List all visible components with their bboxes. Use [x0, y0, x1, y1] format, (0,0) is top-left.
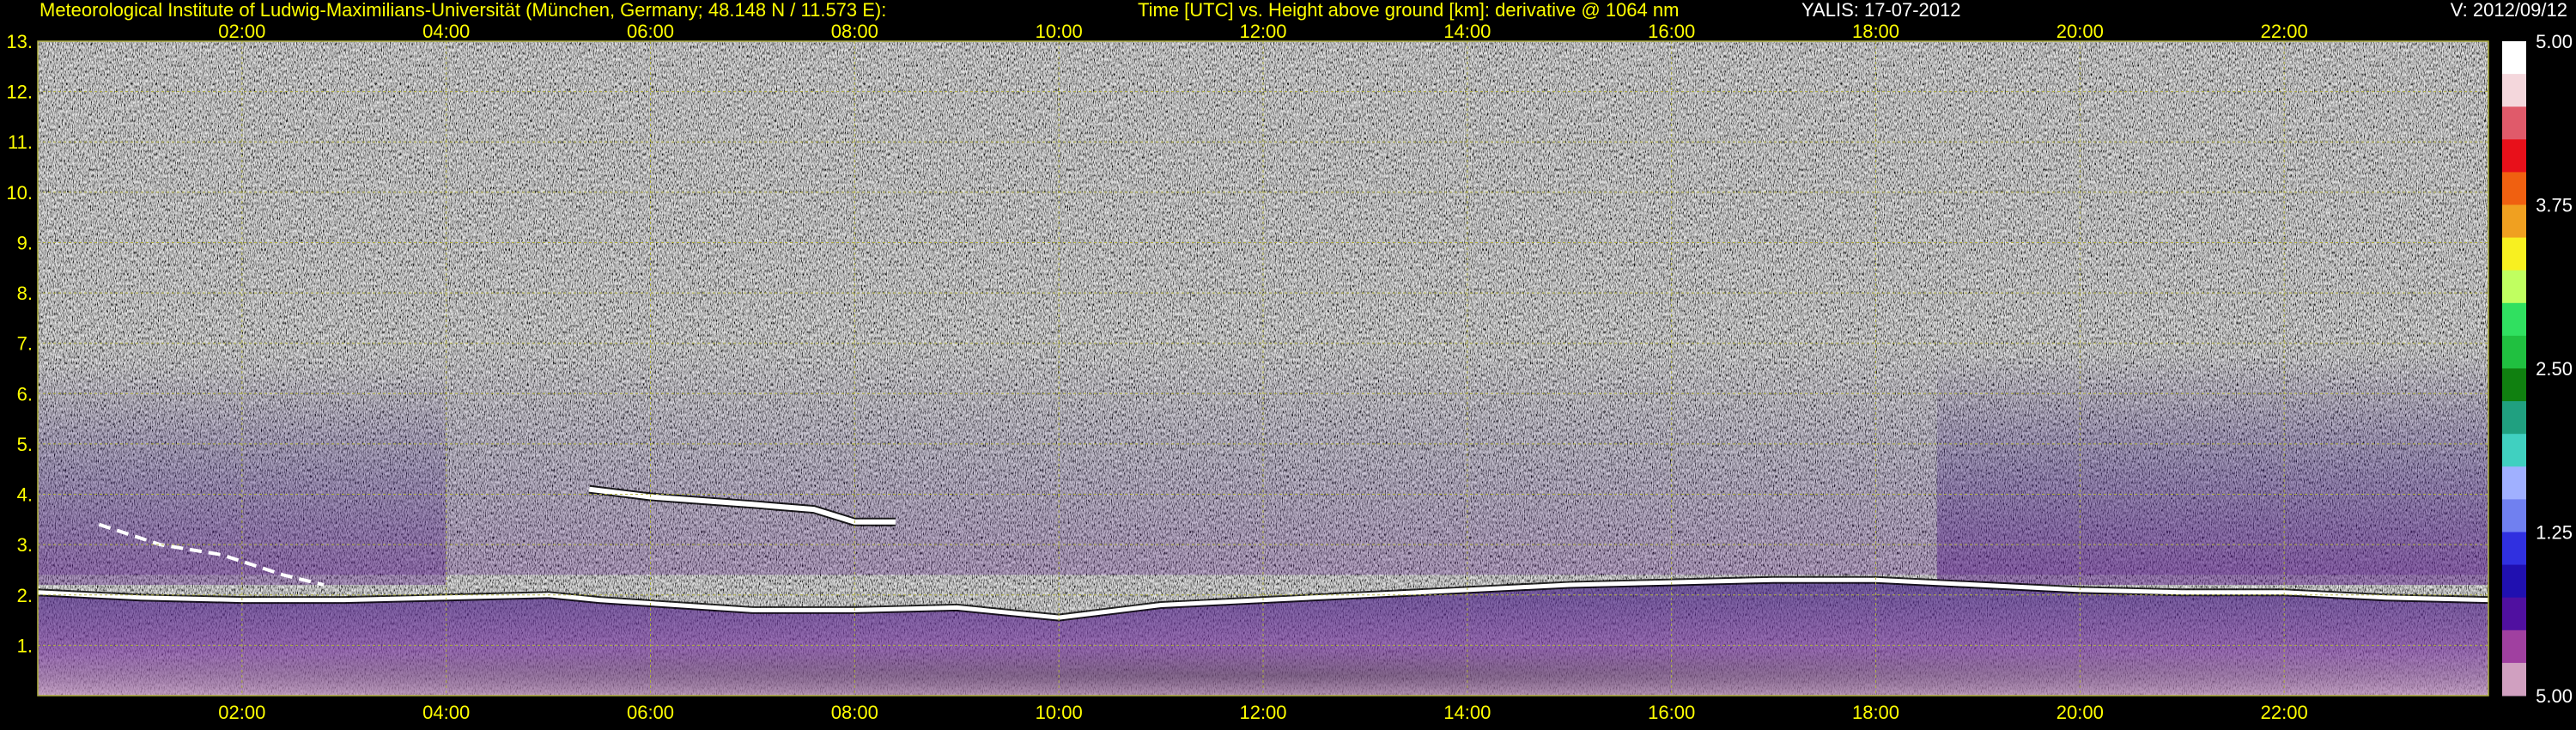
colorbar-swatch [2502, 41, 2526, 75]
x-tick-bottom-08:00: 08:00 [831, 702, 878, 723]
evening-haze [1936, 353, 2488, 586]
y-tick-labels: 1. 2. 3. 4. 5. 6. 7. 8. 9. 10. 11. 12. 13. [6, 31, 33, 656]
y-tick-6: 6. [17, 383, 33, 405]
x-tick-bottom-20:00: 20:00 [2057, 702, 2104, 723]
lidar-chart: 02:00 04:00 06:00 08:00 10:00 12:00 14:00 16:00… [6, 21, 2573, 723]
colorbar-label: 1.25 [2536, 522, 2573, 544]
x-tick-top-04:00: 04:00 [422, 21, 470, 42]
colorbar: 5.00 3.75 2.50 1.25 5.00 [2502, 31, 2573, 707]
colorbar-swatch [2502, 106, 2526, 140]
y-tick-1: 1. [17, 635, 33, 656]
colorbar-swatch [2502, 204, 2526, 239]
x-tick-bottom-10:00: 10:00 [1036, 702, 1083, 723]
x-tick-bottom-12:00: 12:00 [1239, 702, 1286, 723]
y-tick-4: 4. [17, 484, 33, 506]
x-tick-bottom-06:00: 06:00 [627, 702, 674, 723]
colorbar-swatch [2502, 597, 2526, 631]
x-tick-top-10:00: 10:00 [1036, 21, 1083, 42]
colorbar-swatch [2502, 499, 2526, 532]
colorbar-label: 3.75 [2536, 195, 2573, 216]
colorbar-swatch [2502, 237, 2526, 271]
y-tick-7: 7. [17, 333, 33, 355]
colorbar-label: 2.50 [2536, 358, 2573, 380]
colorbar-swatch [2502, 662, 2526, 697]
colorbar-swatch [2502, 564, 2526, 599]
y-tick-8: 8. [17, 283, 33, 304]
x-tick-top-20:00: 20:00 [2057, 21, 2104, 42]
x-tick-top-14:00: 14:00 [1443, 21, 1491, 42]
y-tick-11: 11. [8, 131, 33, 153]
colorbar-swatch [2502, 270, 2526, 304]
colorbar-swatch [2502, 532, 2526, 566]
x-tick-top-22:00: 22:00 [2261, 21, 2308, 42]
colorbar-label: 5.00 [2536, 31, 2573, 52]
x-tick-top-08:00: 08:00 [831, 21, 878, 42]
x-tick-labels-bottom: 02:00 04:00 06:00 08:00 10:00 12:00 14:00 16:00… [218, 702, 2307, 723]
x-tick-top-12:00: 12:00 [1239, 21, 1286, 42]
colorbar-swatch [2502, 630, 2526, 664]
y-tick-2: 2. [17, 585, 33, 606]
x-tick-top-18:00: 18:00 [1852, 21, 1899, 42]
y-tick-13: 13. [6, 31, 33, 52]
colorbar-swatch [2502, 335, 2526, 369]
colorbar-swatch [2502, 368, 2526, 402]
y-tick-3: 3. [17, 534, 33, 556]
x-tick-labels-top: 02:00 04:00 06:00 08:00 10:00 12:00 14:00 16:00… [218, 21, 2307, 42]
x-tick-top-16:00: 16:00 [1648, 21, 1695, 42]
y-tick-10: 10. [6, 182, 33, 204]
x-tick-bottom-18:00: 18:00 [1852, 702, 1899, 723]
y-tick-9: 9. [17, 232, 33, 253]
colorbar-swatch [2502, 434, 2526, 467]
colorbar-swatch [2502, 74, 2526, 107]
x-tick-top-06:00: 06:00 [627, 21, 674, 42]
colorbar-label: 5.00 [2536, 685, 2573, 707]
y-tick-12: 12. [6, 82, 33, 103]
colorbar-swatch [2502, 302, 2526, 337]
x-tick-bottom-04:00: 04:00 [422, 702, 470, 723]
x-tick-bottom-14:00: 14:00 [1443, 702, 1491, 723]
colorbar-swatch [2502, 401, 2526, 435]
colorbar-swatch [2502, 172, 2526, 205]
colorbar-swatch [2502, 139, 2526, 173]
x-tick-bottom-02:00: 02:00 [218, 702, 265, 723]
x-tick-top-02:00: 02:00 [218, 21, 265, 42]
y-tick-5: 5. [17, 434, 33, 455]
colorbar-swatch [2502, 466, 2526, 500]
x-tick-bottom-16:00: 16:00 [1648, 702, 1695, 723]
x-tick-bottom-22:00: 22:00 [2261, 702, 2308, 723]
